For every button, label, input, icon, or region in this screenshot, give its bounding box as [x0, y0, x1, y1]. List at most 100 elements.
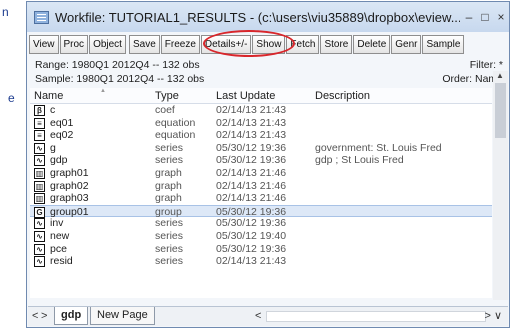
sort-caret-icon: ▲: [100, 88, 106, 94]
page-tab-bar: < > gdp New Page < > ∨: [28, 306, 508, 326]
tab-gdp[interactable]: gdp: [54, 307, 89, 325]
object-type: series: [155, 141, 184, 154]
object-type: series: [155, 255, 184, 268]
list-item[interactable]: ▥ graph01 graph 02/14/13 21:46: [30, 167, 492, 180]
object-type: series: [155, 242, 184, 255]
list-item[interactable]: ∿ new series 05/30/12 19:40: [30, 230, 492, 243]
maximize-button[interactable]: □: [478, 10, 492, 24]
background-letter: n: [2, 5, 9, 19]
object-type-icon: β: [34, 105, 45, 116]
sample-text: Sample: 1980Q1 2012Q4 -- 132 obs: [35, 73, 205, 85]
view-button[interactable]: View: [29, 35, 59, 54]
list-item[interactable]: ▥ graph03 graph 02/14/13 21:46: [30, 192, 492, 205]
object-name: pce: [50, 242, 67, 255]
object-last-update: 02/14/13 21:43: [216, 104, 287, 116]
object-type-icon: ∿: [34, 243, 45, 255]
close-button[interactable]: ×: [494, 10, 508, 24]
genr-button[interactable]: Genr: [391, 35, 422, 54]
object-name: resid: [50, 255, 73, 268]
object-type-icon: ∿: [34, 142, 45, 154]
workfile-info: Range: 1980Q1 2012Q4 -- 132 obs Filter: …: [35, 58, 505, 86]
list-item[interactable]: ≡ eq02 equation 02/14/13 21:43: [30, 129, 492, 142]
save-button[interactable]: Save: [128, 35, 160, 54]
object-type-icon: ▥: [34, 180, 45, 192]
list-rows: β c coef 02/14/13 21:43 ≡ eq01 equation 02/14/1…: [30, 104, 492, 268]
object-name: gdp: [50, 154, 68, 167]
object-type-icon: ▥: [34, 167, 45, 179]
column-header-name[interactable]: Name: [34, 90, 63, 102]
list-item[interactable]: ∿ gdp series 05/30/12 19:36 gdp ; St Louis F…: [30, 154, 492, 167]
object-type-icon: ∿: [34, 155, 45, 167]
object-name: graph01: [50, 166, 89, 179]
object-name: graph03: [50, 192, 89, 205]
object-type: equation: [155, 116, 196, 129]
list-item[interactable]: ∿ inv series 05/30/12 19:36: [30, 217, 492, 230]
object-last-update: 02/14/13 21:43: [216, 116, 287, 129]
object-last-update: 02/14/13 21:46: [216, 179, 287, 192]
object-last-update: 05/30/12 19:36: [216, 141, 287, 154]
object-last-update: 05/30/12 19:36: [216, 217, 287, 230]
object-type-icon: ∿: [34, 230, 45, 242]
store-button[interactable]: Store: [320, 35, 353, 54]
object-last-update: 02/14/13 21:43: [216, 129, 287, 142]
object-name: c: [50, 104, 56, 116]
object-type: graph: [155, 192, 182, 205]
title-bar[interactable]: Workfile: TUTORIAL1_RESULTS - (c:\users\…: [27, 2, 509, 32]
object-type: series: [155, 217, 184, 230]
column-header-description[interactable]: Description: [315, 90, 370, 102]
object-type-icon: ≡: [34, 130, 45, 142]
object-last-update: 05/30/12 19:36: [216, 154, 287, 167]
object-type-icon: ≡: [34, 117, 45, 129]
scroll-up-icon[interactable]: ▲: [496, 71, 504, 80]
list-item[interactable]: Ggroup01 group 05/30/12 19:36: [30, 204, 492, 218]
object-name: eq02: [50, 129, 74, 142]
hscroll-right-icon[interactable]: > ∨: [484, 309, 502, 322]
highlight-annotation: [203, 30, 295, 57]
workfile-icon: [34, 10, 49, 24]
vertical-scrollbar[interactable]: ▲: [493, 71, 508, 300]
list-header: Name ▲ Type Last Update Description: [30, 88, 492, 104]
object-type: graph: [155, 166, 182, 179]
scroll-thumb[interactable]: [495, 83, 506, 138]
tab-new-page[interactable]: New Page: [90, 307, 155, 325]
object-type: series: [155, 154, 184, 167]
minimize-button[interactable]: –: [462, 10, 476, 24]
tab-right-icon[interactable]: >: [41, 310, 47, 322]
object-last-update: 02/14/13 21:46: [216, 192, 287, 205]
column-header-type[interactable]: Type: [155, 90, 179, 102]
range-text: Range: 1980Q1 2012Q4 -- 132 obs: [35, 59, 200, 71]
object-button[interactable]: Object: [89, 35, 126, 54]
horizontal-scrollbar[interactable]: [266, 311, 486, 322]
background-text-fragment: n e: [0, 0, 26, 329]
background-letter: e: [8, 91, 15, 105]
object-description: government: St. Louis Fred: [315, 141, 442, 154]
filter-text[interactable]: Filter: *: [470, 58, 503, 72]
object-name: eq01: [50, 116, 74, 129]
sample-button[interactable]: Sample: [422, 35, 465, 54]
object-type: equation: [155, 129, 196, 142]
list-item[interactable]: β c coef 02/14/13 21:43: [30, 104, 492, 117]
delete-button[interactable]: Delete: [353, 35, 391, 54]
list-item[interactable]: ∿ pce series 05/30/12 19:36: [30, 243, 492, 256]
list-item[interactable]: ≡ eq01 equation 02/14/13 21:43: [30, 117, 492, 130]
list-item[interactable]: ▥ graph02 graph 02/14/13 21:46: [30, 180, 492, 193]
object-type-icon: ∿: [34, 218, 45, 230]
object-type-icon: ▥: [34, 193, 45, 205]
object-description: gdp ; St Louis Fred: [315, 154, 404, 167]
object-type: series: [155, 229, 184, 242]
object-name: g: [50, 141, 56, 154]
object-type: graph: [155, 179, 182, 192]
list-item[interactable]: ∿ g series 05/30/12 19:36 government: St. Lo…: [30, 142, 492, 155]
object-name: new: [50, 229, 70, 242]
object-name: inv: [50, 217, 64, 230]
column-header-last-update[interactable]: Last Update: [216, 90, 275, 102]
object-type-icon: ∿: [34, 256, 45, 268]
freeze-button[interactable]: Freeze: [160, 35, 200, 54]
tab-left-icon[interactable]: <: [32, 310, 38, 322]
hscroll-left-icon[interactable]: <: [255, 310, 261, 322]
object-last-update: 02/14/13 21:46: [216, 166, 287, 179]
proc-button[interactable]: Proc: [59, 35, 89, 54]
object-name: graph02: [50, 179, 89, 192]
workfile-window: Workfile: TUTORIAL1_RESULTS - (c:\users\…: [26, 1, 510, 328]
list-item[interactable]: ∿ resid series 02/14/13 21:43: [30, 255, 492, 268]
